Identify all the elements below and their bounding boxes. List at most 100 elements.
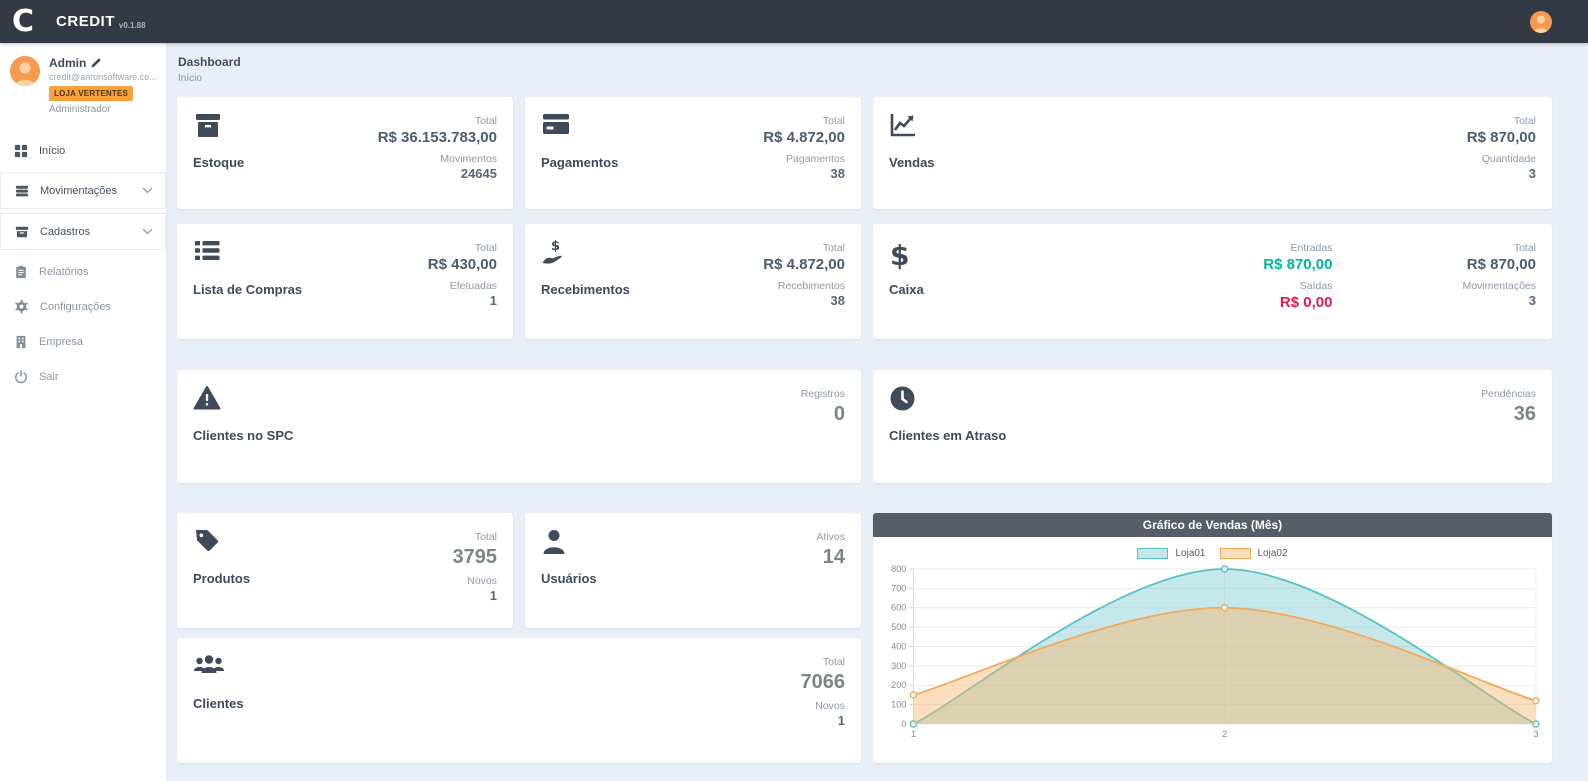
svg-text:2: 2 (1222, 729, 1227, 739)
sidebar-item-movimentacoes[interactable]: Movimentações (1, 173, 165, 208)
legend-swatch (1220, 548, 1251, 559)
hand-dollar-icon: $ (541, 239, 630, 273)
clock-icon (889, 385, 1006, 419)
legend-swatch (1137, 548, 1168, 559)
store-badge: LOJA VERTENTES (49, 86, 133, 101)
card-usuarios[interactable]: Usuários Ativos 14 (525, 513, 861, 628)
stat-value: 14 (823, 544, 845, 570)
stat-value: 3795 (453, 544, 498, 570)
svg-text:3: 3 (1533, 729, 1538, 739)
legend-entry-loja01[interactable]: Loja01 (1137, 548, 1205, 559)
stat-value: 38 (831, 166, 845, 183)
person-icon (1530, 11, 1552, 33)
user-panel: Admin credit@anronsoftware.co... LOJA VE… (0, 43, 166, 123)
chart-title: Gráfico de Vendas (Mês) (873, 513, 1552, 537)
power-icon (14, 370, 28, 384)
warning-icon (193, 385, 293, 419)
top-navbar: C CREDIT v0.1.88 (0, 0, 1588, 43)
sidebar: Admin credit@anronsoftware.co... LOJA VE… (0, 43, 166, 781)
card-caixa[interactable]: $ Caixa Entradas R$ 870,00 Saídas R$ 0,0… (873, 224, 1552, 339)
archive-icon (15, 225, 29, 239)
app-version: v0.1.88 (119, 21, 146, 30)
svg-text:1: 1 (911, 729, 916, 739)
card-estoque[interactable]: Estoque Total R$ 36.153.783,00 Movimento… (177, 97, 513, 209)
gear-icon (14, 299, 29, 314)
stat-value: 7066 (801, 669, 846, 695)
svg-text:300: 300 (891, 661, 906, 671)
box-icon (193, 112, 244, 146)
sales-chart: 0 100 200 300 400 500 600 700 800 1 2 3 (877, 561, 1546, 746)
stat-value-entradas: R$ 870,00 (1263, 255, 1332, 275)
user-role: Administrador (49, 104, 156, 115)
sidebar-accordion-movimentacoes: Movimentações (0, 172, 166, 209)
list-icon (193, 239, 302, 273)
user-avatar[interactable] (1530, 11, 1552, 33)
card-pagamentos[interactable]: Pagamentos Total R$ 4.872,00 Pagamentos … (525, 97, 861, 209)
sidebar-item-cadastros[interactable]: Cadastros (1, 214, 165, 249)
stat-value: 24645 (461, 166, 497, 183)
stat-value-saidas: R$ 0,00 (1280, 293, 1333, 313)
card-clientes-em-atraso[interactable]: Clientes em Atraso Pendências 36 (873, 370, 1552, 483)
person-icon (10, 56, 40, 86)
svg-text:500: 500 (891, 622, 906, 632)
chevron-down-icon (142, 187, 153, 194)
sidebar-item-configuracoes[interactable]: Configurações (0, 289, 166, 324)
svg-text:$: $ (890, 239, 909, 271)
app-logo: C (12, 7, 34, 37)
stat-value: 3 (1529, 293, 1536, 310)
svg-text:100: 100 (891, 700, 906, 710)
stat-value: R$ 430,00 (428, 255, 497, 275)
clipboard-icon (14, 265, 28, 279)
svg-text:800: 800 (891, 564, 906, 574)
svg-text:0: 0 (901, 719, 906, 729)
database-icon (15, 184, 29, 198)
sidebar-accordion-cadastros: Cadastros (0, 213, 166, 250)
sidebar-item-empresa[interactable]: Empresa (0, 324, 166, 359)
stat-value: R$ 4.872,00 (763, 255, 845, 275)
dollar-icon: $ (889, 239, 924, 273)
sidebar-nav: Início Movimentações (0, 133, 166, 394)
credit-card-icon (541, 112, 618, 146)
card-lista-de-compras[interactable]: Lista de Compras Total R$ 430,00 Efetuad… (177, 224, 513, 339)
sales-chart-card: Gráfico de Vendas (Mês) Loja01 Loja02 01… (873, 513, 1552, 763)
building-icon (14, 335, 28, 349)
stat-value: 1 (490, 293, 497, 310)
stat-value: 38 (831, 293, 845, 310)
legend-entry-loja02[interactable]: Loja02 (1220, 548, 1288, 559)
card-recebimentos[interactable]: $ Recebimentos Total R$ 4.872,00 Recebim… (525, 224, 861, 339)
edit-profile-icon[interactable] (91, 58, 101, 68)
tag-icon (193, 528, 250, 562)
svg-text:600: 600 (891, 603, 906, 613)
svg-text:200: 200 (891, 680, 906, 690)
breadcrumb[interactable]: Início (178, 73, 1552, 84)
user-email: credit@anronsoftware.co... (49, 72, 156, 82)
stat-value: 1 (838, 713, 845, 730)
users-icon (193, 653, 244, 687)
grid-icon (14, 144, 28, 158)
sidebar-item-sair[interactable]: Sair (0, 359, 166, 394)
card-vendas[interactable]: Vendas Total R$ 870,00 Quantidade 3 (873, 97, 1552, 209)
stat-value: 3 (1529, 166, 1536, 183)
card-produtos[interactable]: Produtos Total 3795 Novos 1 (177, 513, 513, 628)
stat-value: R$ 4.872,00 (763, 128, 845, 148)
stat-value: 1 (490, 588, 497, 605)
stat-value: R$ 870,00 (1467, 128, 1536, 148)
card-clientes-no-spc[interactable]: Clientes no SPC Registros 0 (177, 370, 861, 483)
sidebar-item-inicio[interactable]: Início (0, 133, 166, 168)
chevron-down-icon (142, 228, 153, 235)
page-title: Dashboard (178, 55, 1552, 69)
stat-value: 0 (834, 401, 845, 427)
main-content: Dashboard Início Estoque Total R$ 36.153… (166, 43, 1588, 781)
stat-value: 36 (1514, 401, 1536, 427)
card-clientes[interactable]: Clientes Total 7066 Novos 1 (177, 638, 861, 763)
svg-text:$: $ (551, 239, 560, 254)
chart-legend: Loja01 Loja02 (873, 548, 1552, 559)
user-icon (541, 528, 597, 562)
chart-line-icon (889, 112, 935, 146)
svg-text:400: 400 (891, 642, 906, 652)
sidebar-user-avatar[interactable] (10, 56, 40, 86)
user-name: Admin (49, 56, 86, 70)
svg-text:700: 700 (891, 583, 906, 593)
stat-value: R$ 870,00 (1467, 255, 1536, 275)
sidebar-item-relatorios[interactable]: Relatórios (0, 254, 166, 289)
